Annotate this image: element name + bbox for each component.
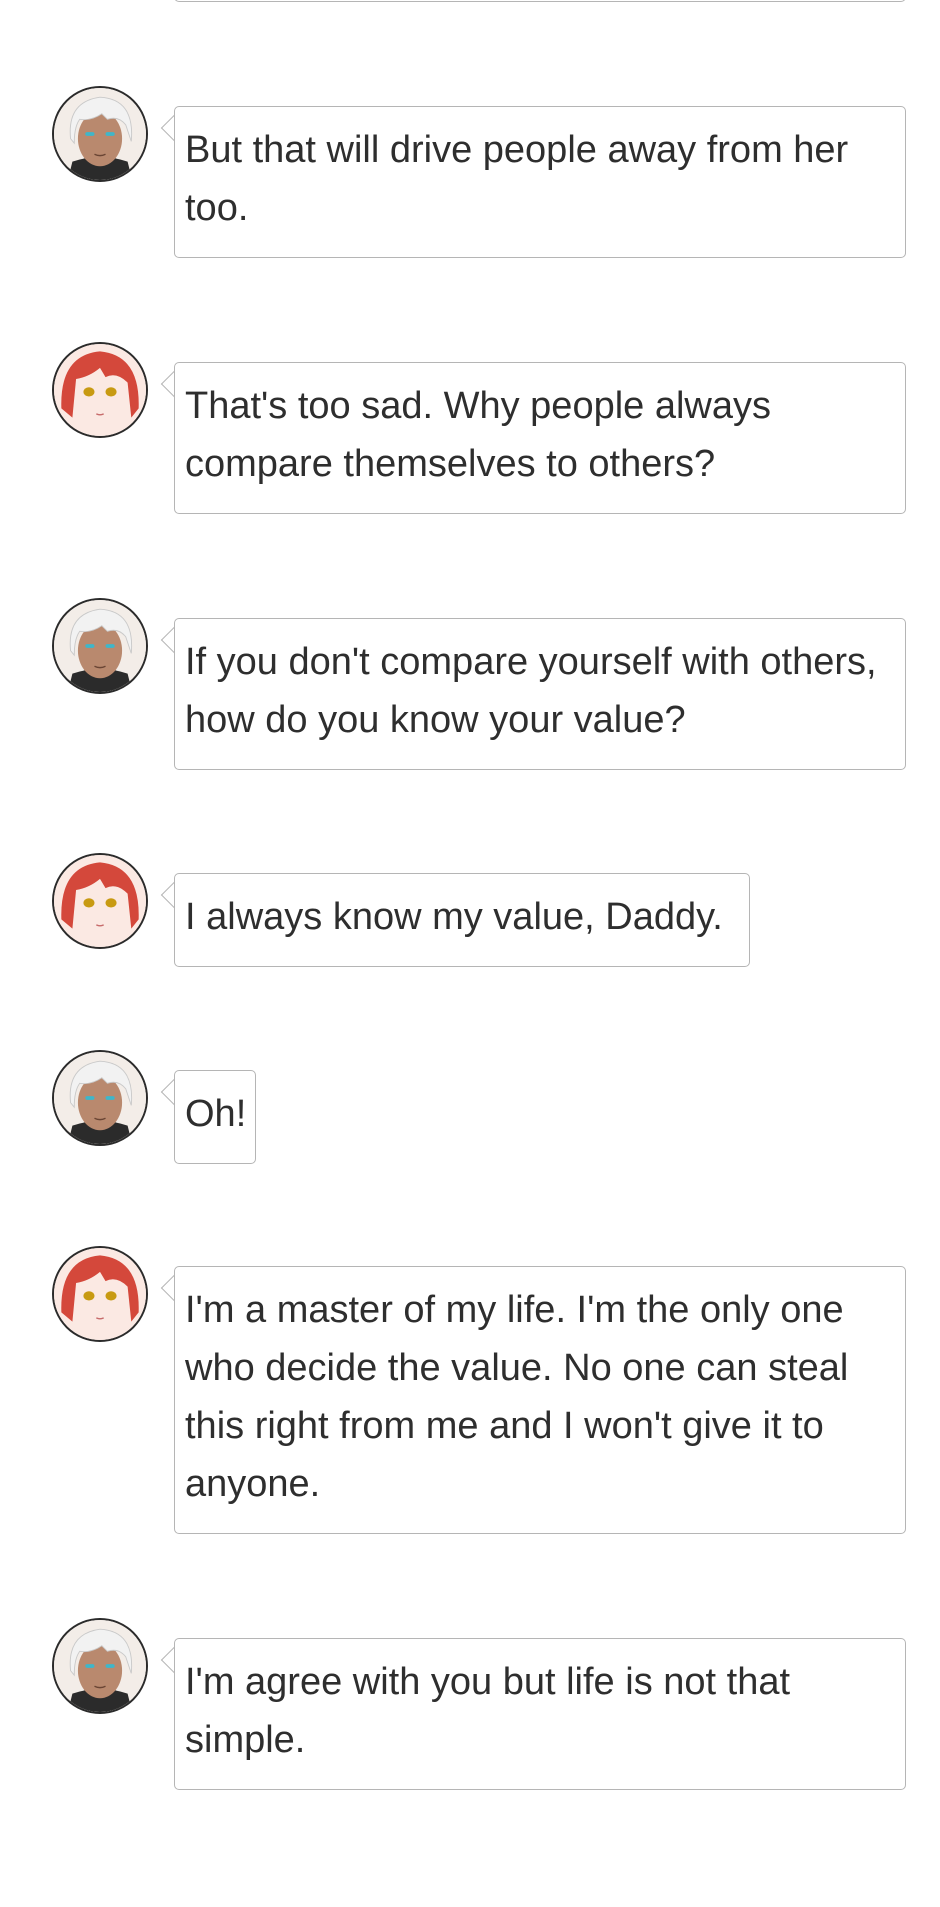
message-bubble: Oh! <box>174 1070 256 1164</box>
father-avatar <box>52 1050 148 1146</box>
message-text: I'm a master of my life. I'm the only on… <box>185 1289 849 1505</box>
daughter-avatar <box>52 1246 148 1342</box>
message-text: But that will drive people away from her… <box>185 129 849 229</box>
message-text: I'm agree with you but life is not that … <box>185 1661 791 1761</box>
daughter-avatar <box>52 342 148 438</box>
message-text: I always know my value, Daddy. <box>185 896 723 938</box>
message-bubble: I always know my value, Daddy. <box>174 873 750 967</box>
message-text: That's too sad. Why people always compar… <box>185 385 771 485</box>
father-avatar-icon <box>54 88 146 180</box>
message-bubble: That's too sad. Why people always compar… <box>174 362 906 514</box>
message-text: If you don't compare yourself with other… <box>185 641 877 741</box>
daughter-avatar-icon <box>54 344 146 436</box>
daughter-avatar-icon <box>54 1248 146 1340</box>
father-avatar <box>52 1618 148 1714</box>
daughter-avatar-icon <box>54 855 146 947</box>
previous-message-bubble <box>174 0 906 2</box>
father-avatar-icon <box>54 1620 146 1712</box>
father-avatar-icon <box>54 1052 146 1144</box>
message-bubble: I'm a master of my life. I'm the only on… <box>174 1266 906 1534</box>
message-bubble: If you don't compare yourself with other… <box>174 618 906 770</box>
message-text: Oh! <box>185 1093 247 1135</box>
message-bubble: But that will drive people away from her… <box>174 106 906 258</box>
message-bubble: I'm agree with you but life is not that … <box>174 1638 906 1790</box>
daughter-avatar <box>52 853 148 949</box>
father-avatar-icon <box>54 600 146 692</box>
father-avatar <box>52 86 148 182</box>
father-avatar <box>52 598 148 694</box>
